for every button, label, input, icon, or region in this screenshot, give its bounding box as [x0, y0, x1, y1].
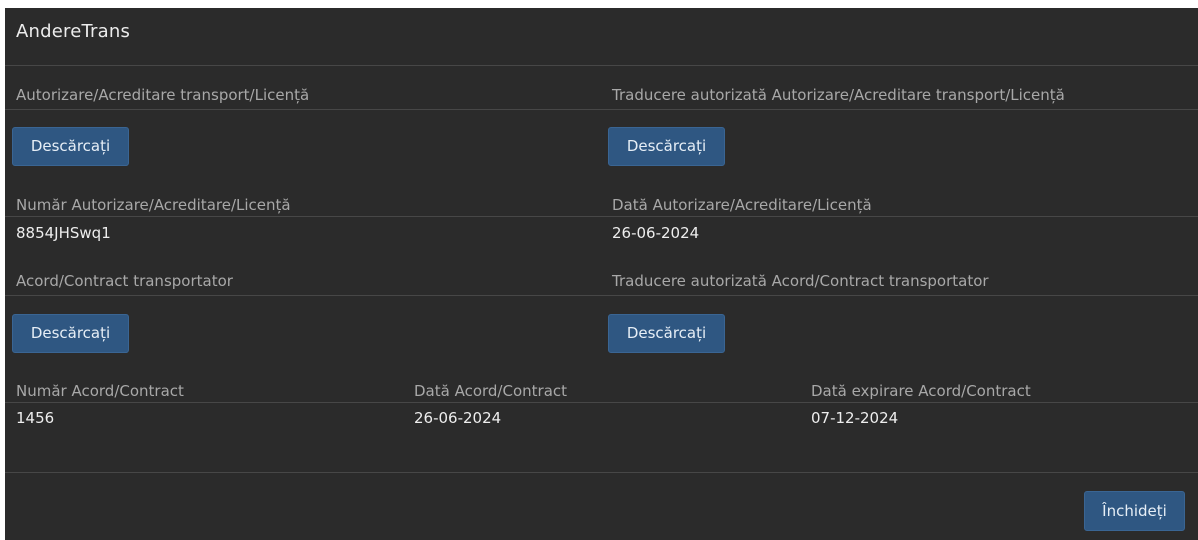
license-date-label: Dată Autorizare/Acreditare/Licență: [612, 196, 872, 214]
contract-translation-label: Traducere autorizată Acord/Contract tran…: [612, 272, 989, 290]
license-translation-divider: [603, 109, 1198, 110]
contract-date-label: Dată Acord/Contract: [414, 382, 568, 400]
contract-expiry-value: 07-12-2024: [811, 409, 899, 427]
contract-date-divider: [403, 402, 802, 403]
contract-expiry-label: Dată expirare Acord/Contract: [811, 382, 1031, 400]
contract-number-divider: [5, 402, 403, 403]
license-download-button[interactable]: Descărcați: [12, 127, 129, 166]
license-translation-download-button[interactable]: Descărcați: [608, 127, 725, 166]
contract-number-label: Număr Acord/Contract: [16, 382, 184, 400]
contract-document-divider: [5, 295, 603, 296]
license-translation-label: Traducere autorizată Autorizare/Acredita…: [612, 86, 1065, 104]
license-number-divider: [5, 216, 603, 217]
contract-translation-download-button[interactable]: Descărcați: [608, 314, 725, 353]
contract-document-label: Acord/Contract transportator: [16, 272, 233, 290]
license-date-value: 26-06-2024: [612, 224, 700, 242]
license-number-value: 8854JHSwq1: [16, 224, 111, 242]
modal-footer: Închideți: [5, 472, 1198, 540]
contract-download-button[interactable]: Descărcați: [12, 314, 129, 353]
close-button[interactable]: Închideți: [1084, 491, 1185, 531]
contract-number-value: 1456: [16, 409, 55, 427]
license-document-divider: [5, 109, 603, 110]
contract-expiry-divider: [802, 402, 1198, 403]
license-date-divider: [603, 216, 1198, 217]
modal-title: AndereTrans: [16, 21, 131, 42]
license-number-label: Număr Autorizare/Acreditare/Licență: [16, 196, 291, 214]
details-modal: AndereTrans Autorizare/Acreditare transp…: [5, 8, 1198, 540]
license-document-label: Autorizare/Acreditare transport/Licență: [16, 86, 310, 104]
contract-date-value: 26-06-2024: [414, 409, 502, 427]
contract-translation-divider: [603, 295, 1198, 296]
modal-header: AndereTrans: [5, 8, 1198, 66]
